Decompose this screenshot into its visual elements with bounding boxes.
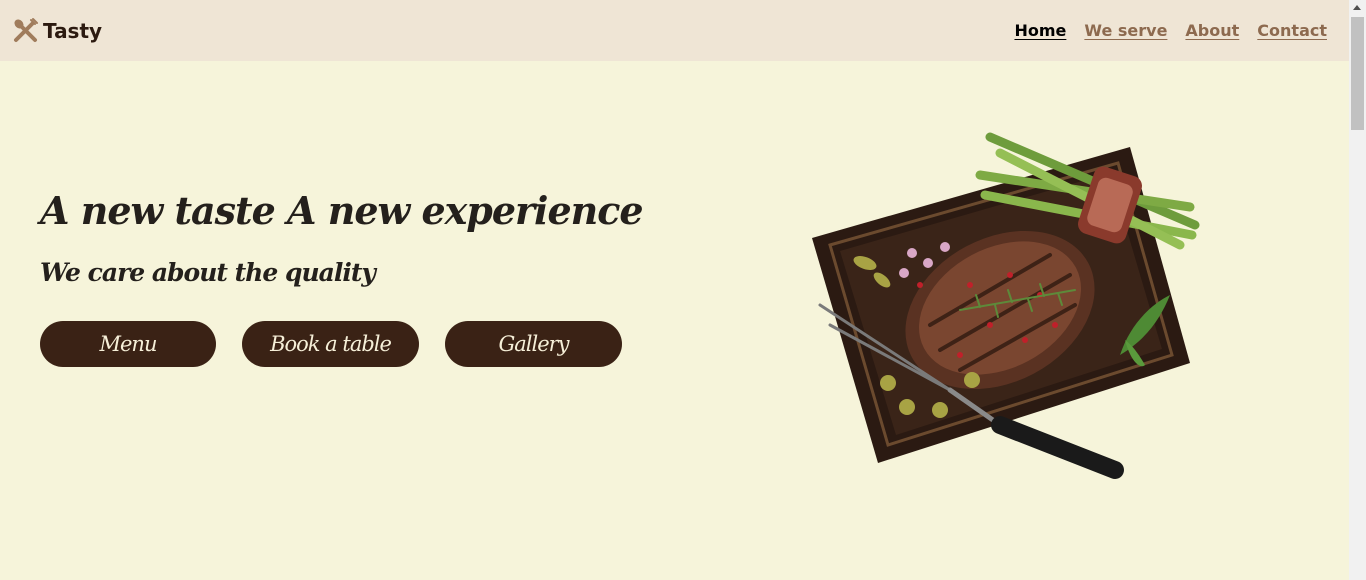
steak-board-image — [800, 125, 1210, 485]
nav-links: Home We serve About Contact — [1014, 21, 1327, 40]
gallery-button[interactable]: Gallery — [445, 321, 622, 367]
nav-link-we-serve[interactable]: We serve — [1084, 21, 1167, 40]
book-table-button[interactable]: Book a table — [242, 321, 419, 367]
navbar: Tasty Home We serve About Contact — [0, 0, 1349, 61]
hero-subtitle: We care about the quality — [40, 258, 376, 287]
scroll-up-arrow-icon[interactable] — [1353, 5, 1361, 10]
brand[interactable]: Tasty — [12, 17, 102, 44]
hero-title: A new taste A new experience — [40, 188, 644, 233]
scrollbar[interactable] — [1349, 0, 1366, 580]
menu-button[interactable]: Menu — [40, 321, 216, 367]
nav-link-home[interactable]: Home — [1014, 21, 1066, 40]
nav-link-contact[interactable]: Contact — [1257, 21, 1327, 40]
utensils-icon — [12, 17, 39, 44]
nav-link-about[interactable]: About — [1185, 21, 1239, 40]
page: Tasty Home We serve About Contact A new … — [0, 0, 1366, 580]
brand-name: Tasty — [43, 18, 103, 43]
scroll-thumb[interactable] — [1351, 17, 1364, 130]
